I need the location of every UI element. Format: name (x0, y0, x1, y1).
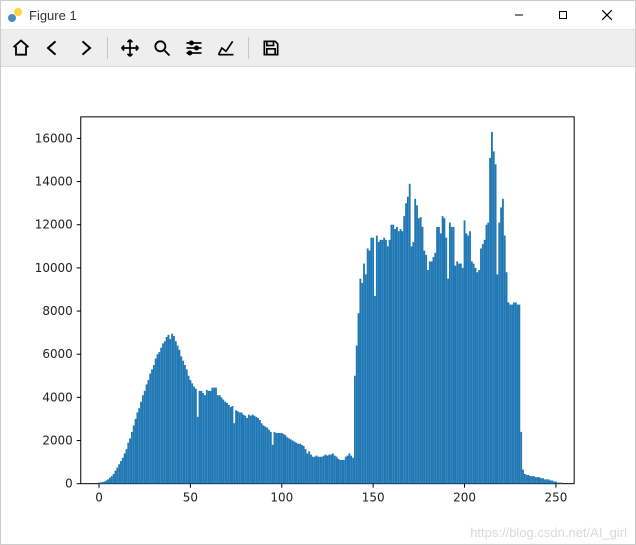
svg-text:0: 0 (65, 477, 73, 491)
home-button[interactable] (7, 34, 35, 62)
svg-text:0: 0 (95, 491, 103, 505)
svg-text:16000: 16000 (35, 131, 73, 145)
mpl-toolbar (1, 30, 635, 67)
zoom-button[interactable] (148, 34, 176, 62)
histogram-chart: 0 50 100 150 200 250 0 2000 4000 6000 8000 10000 120… (1, 67, 635, 545)
back-button[interactable] (39, 34, 67, 62)
svg-text:4000: 4000 (42, 390, 72, 404)
figure-window: Figure 1 (0, 0, 636, 545)
minimize-button[interactable] (497, 1, 541, 29)
configure-subplots-button[interactable] (180, 34, 208, 62)
toolbar-separator (107, 37, 108, 59)
window-title: Figure 1 (29, 8, 77, 23)
svg-text:250: 250 (544, 491, 567, 505)
svg-text:14000: 14000 (35, 175, 73, 189)
save-button[interactable] (257, 34, 285, 62)
svg-text:50: 50 (183, 491, 198, 505)
forward-button[interactable] (71, 34, 99, 62)
edit-axes-button[interactable] (212, 34, 240, 62)
svg-text:10000: 10000 (35, 261, 73, 275)
svg-text:8000: 8000 (42, 304, 72, 318)
svg-text:6000: 6000 (42, 347, 72, 361)
pan-button[interactable] (116, 34, 144, 62)
plot-area[interactable]: 0 50 100 150 200 250 0 2000 4000 6000 8000 10000 120… (1, 67, 635, 544)
svg-text:200: 200 (453, 491, 476, 505)
maximize-button[interactable] (541, 1, 585, 29)
toolbar-separator (248, 37, 249, 59)
svg-text:150: 150 (362, 491, 385, 505)
titlebar: Figure 1 (1, 1, 635, 30)
close-button[interactable] (585, 1, 629, 29)
svg-text:100: 100 (270, 491, 293, 505)
svg-text:12000: 12000 (35, 218, 73, 232)
svg-text:2000: 2000 (42, 434, 72, 448)
app-icon (7, 7, 23, 23)
